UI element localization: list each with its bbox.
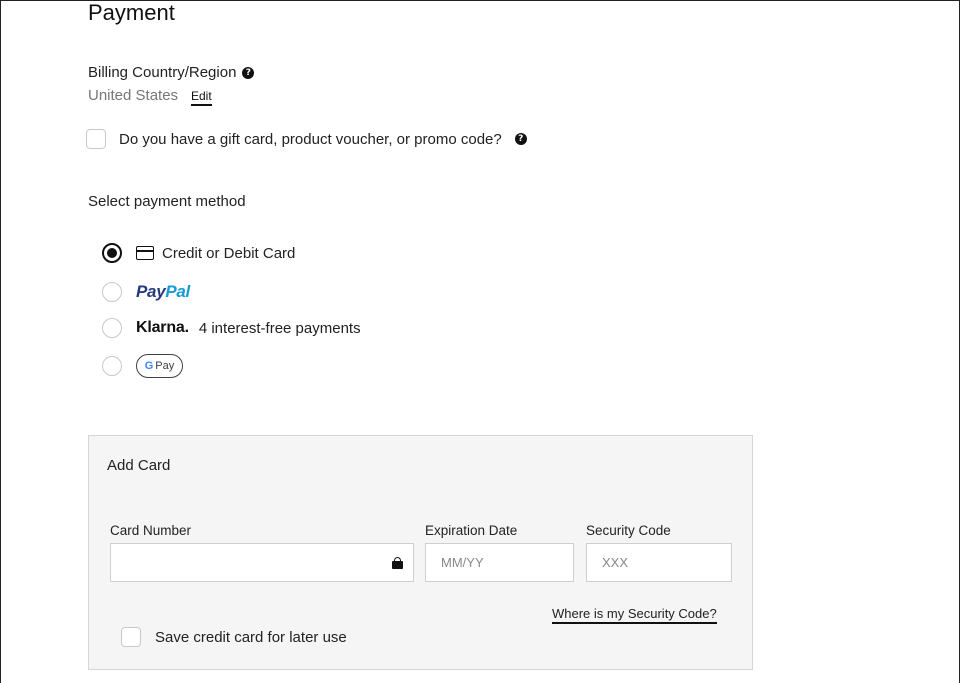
payment-option-card[interactable]: Credit or Debit Card (102, 243, 295, 263)
billing-country-label-text: Billing Country/Region (88, 64, 237, 81)
credit-card-icon (136, 246, 154, 260)
security-code-label: Security Code (586, 523, 671, 538)
klarna-logo: Klarna. (136, 319, 189, 336)
question-circle-icon[interactable]: ? (514, 133, 527, 145)
payment-option-paypal[interactable]: PayPal (102, 282, 190, 302)
save-card-label[interactable]: Save credit card for later use (155, 629, 347, 646)
lock-icon (392, 557, 403, 569)
card-number-input[interactable] (110, 543, 414, 582)
google-g-icon: G (144, 360, 154, 372)
save-card-checkbox[interactable] (121, 627, 141, 647)
security-code-placeholder: XXX (602, 555, 629, 570)
payment-option-card-label: Credit or Debit Card (162, 244, 296, 262)
expiration-date-label: Expiration Date (425, 523, 518, 538)
paypal-logo: PayPal (136, 282, 190, 301)
gift-card-checkbox[interactable] (86, 129, 106, 149)
card-number-label: Card Number (110, 523, 192, 538)
gift-card-row: Do you have a gift card, product voucher… (86, 129, 527, 149)
security-code-input[interactable]: XXX (586, 543, 732, 582)
select-payment-method-label: Select payment method (88, 193, 246, 210)
expiration-date-placeholder: MM/YY (441, 555, 484, 570)
question-circle-icon[interactable]: ? (242, 66, 255, 79)
payment-radio-card[interactable] (102, 243, 122, 263)
billing-country-label: Billing Country/Region ? (88, 64, 255, 81)
billing-country-value: United States (88, 87, 179, 104)
payment-radio-klarna[interactable] (102, 318, 122, 338)
add-card-title: Add Card (107, 457, 171, 474)
save-card-row: Save credit card for later use (121, 627, 347, 647)
payment-option-klarna[interactable]: Klarna. 4 interest-free payments (102, 318, 361, 338)
page-title: Payment (88, 0, 175, 25)
gift-card-label[interactable]: Do you have a gift card, product voucher… (119, 131, 502, 148)
payment-radio-gpay[interactable] (102, 356, 122, 376)
google-pay-logo: G Pay (136, 354, 183, 378)
where-is-security-code-link[interactable]: Where is my Security Code? (552, 606, 717, 624)
edit-billing-country-link[interactable]: Edit (191, 89, 212, 106)
payment-option-gpay[interactable]: G Pay (102, 354, 183, 378)
klarna-label: 4 interest-free payments (198, 319, 361, 337)
expiration-date-input[interactable]: MM/YY (425, 543, 574, 582)
payment-radio-paypal[interactable] (102, 282, 122, 302)
